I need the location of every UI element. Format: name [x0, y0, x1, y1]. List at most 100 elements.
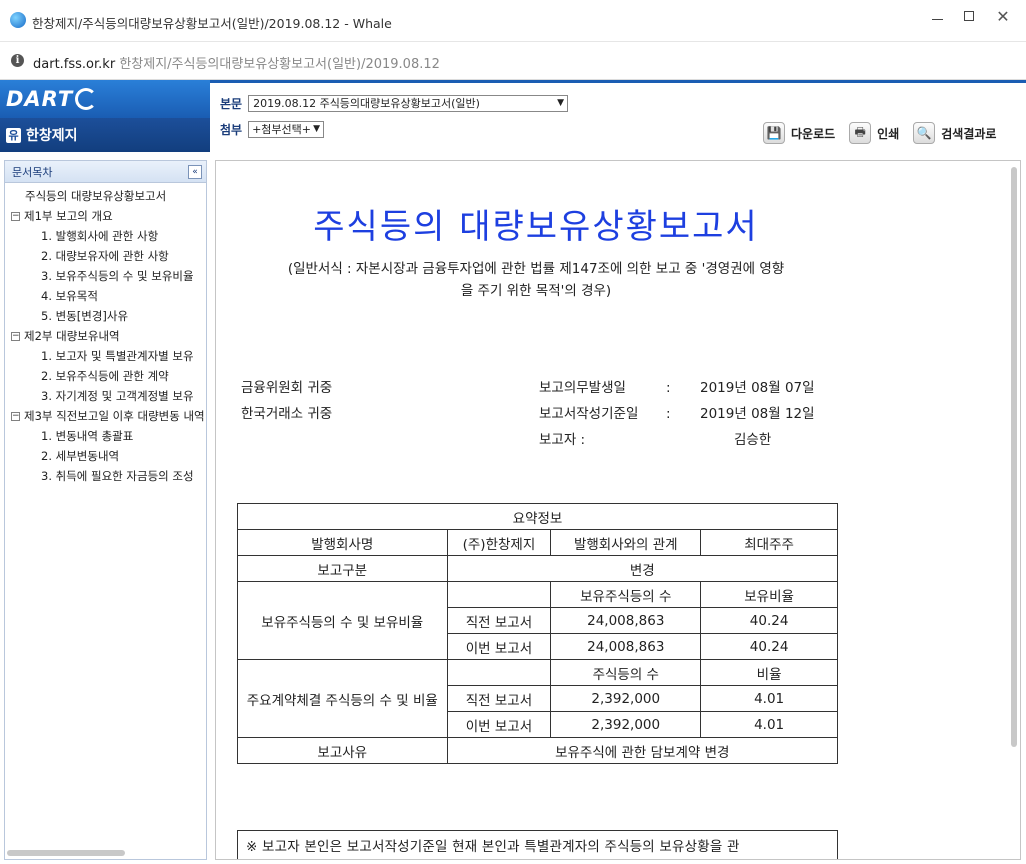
- main-document-select-value: 2019.08.12 주식등의대량보유상황보고서(일반): [253, 97, 480, 110]
- attachment-select[interactable]: +첨부선택+ ▼: [248, 121, 325, 138]
- report-meta-labels: 보고의무발생일 보고서작성기준일 보고자 :: [539, 375, 638, 453]
- reporter-name: 김승한: [734, 432, 772, 448]
- outline-tree: 주식등의 대량보유상황보고서 − 제1부 보고의 개요 1. 발행회사에 관한 사…: [5, 183, 206, 486]
- outline-title: 문서목차: [12, 165, 53, 179]
- download-button[interactable]: 💾 다운로드: [763, 122, 835, 144]
- outline-item-label: 주식등의 대량보유상황보고서: [25, 189, 167, 203]
- subtitle-line-2: 을 주기 위한 목적'의 경우): [460, 283, 612, 299]
- attachment-select-value: +첨부선택+: [252, 123, 312, 136]
- dart-logo[interactable]: DART: [0, 80, 210, 118]
- outline-item-holder[interactable]: 2. 대량보유자에 관한 사항: [5, 246, 206, 266]
- colon: :: [666, 406, 671, 422]
- printer-icon: 🖶: [849, 122, 872, 144]
- dart-logo-text: DART: [6, 87, 74, 111]
- outline-item-label: 제1부 보고의 개요: [24, 209, 113, 223]
- outline-item-part2[interactable]: − 제2부 대량보유내역: [5, 326, 206, 346]
- main-label: 본문: [220, 97, 243, 111]
- base-date: 2019년 08월 12일: [700, 406, 815, 422]
- document-subtitle: (일반서식 : 자본시장과 금융투자업에 관한 법률 제147조에 의한 보고 …: [236, 258, 836, 302]
- close-icon: ✕: [996, 6, 1010, 26]
- outline-item-label: 1. 발행회사에 관한 사항: [41, 229, 159, 243]
- reporter-label: 보고자 :: [539, 432, 586, 448]
- outline-header: 문서목차 «: [5, 161, 206, 183]
- document-viewer: 주식등의 대량보유상황보고서 (일반서식 : 자본시장과 금융투자업에 관한 법…: [215, 160, 1021, 860]
- minimize-button[interactable]: [920, 4, 954, 28]
- sidebar-horizontal-scrollbar[interactable]: [7, 850, 125, 856]
- document-vertical-scrollbar[interactable]: [1011, 167, 1017, 747]
- outline-item-report[interactable]: 주식등의 대량보유상황보고서: [5, 186, 206, 206]
- contract-label: 주요계약체결 주식등의 수 및 비율: [237, 659, 448, 738]
- outline-item-part1[interactable]: − 제1부 보고의 개요: [5, 206, 206, 226]
- close-button[interactable]: ✕: [986, 4, 1020, 28]
- summary-table: 요약정보 발행회사명 (주)한창제지 발행회사와의 관계 최대주주 보고구분 변…: [237, 503, 839, 764]
- print-button[interactable]: 🖶 인쇄: [849, 122, 899, 144]
- outline-item-contracts[interactable]: 2. 보유주식등에 관한 계약: [5, 366, 206, 386]
- outline-item-part3[interactable]: − 제3부 직전보고일 이후 대량변동 내역: [5, 406, 206, 426]
- this-report-label: 이번 보고서: [446, 633, 552, 660]
- report-type-value: 변경: [446, 555, 839, 582]
- colon: :: [666, 380, 671, 396]
- back-to-search-button[interactable]: 🔍 검색결과로: [913, 122, 996, 144]
- outline-item-accounts[interactable]: 3. 자기계정 및 고객계정별 보유: [5, 386, 206, 406]
- outline-item-label: 1. 보고자 및 특별관계자별 보유: [41, 349, 194, 363]
- issuer-value: (주)한창제지: [446, 529, 552, 556]
- relation-value: 최대주주: [700, 529, 838, 556]
- attach-label: 첨부: [220, 123, 243, 137]
- outline-item-change-reason[interactable]: 5. 변동[변경]사유: [5, 306, 206, 326]
- collapse-node-icon[interactable]: −: [11, 411, 20, 421]
- table-row: 요약정보: [237, 503, 838, 530]
- collapse-node-icon[interactable]: −: [11, 331, 20, 341]
- holdings-label: 보유주식등의 수 및 보유비율: [237, 581, 448, 660]
- attachment-row: 첨부 +첨부선택+ ▼: [220, 121, 325, 138]
- floppy-disk-icon: 💾: [763, 122, 785, 144]
- company-name: 한창제지: [26, 128, 78, 144]
- magnifier-icon: 🔍: [913, 122, 936, 144]
- outline-item-label: 3. 취득에 필요한 자금등의 조성: [41, 469, 194, 483]
- site-info-icon[interactable]: i: [11, 54, 24, 67]
- document-toolbar: 💾 다운로드 🖶 인쇄 🔍 검색결과로: [763, 122, 996, 144]
- company-badge: 유: [6, 127, 21, 143]
- outline-item-summary-table[interactable]: 1. 변동내역 총괄표: [5, 426, 206, 446]
- outline-item-label: 2. 보유주식등에 관한 계약: [41, 369, 169, 383]
- holdings-count-header: 보유주식등의 수: [550, 581, 702, 608]
- contract-this-ratio: 4.01: [700, 711, 838, 738]
- address-bar[interactable]: i dart.fss.or.kr 한창제지/주식등의대량보유상황보고서(일반)/…: [0, 42, 1026, 80]
- empty-cell: [446, 659, 552, 686]
- outline-item-label: 3. 자기계정 및 고객계정별 보유: [41, 389, 194, 403]
- outline-item-detail-changes[interactable]: 2. 세부변동내역: [5, 446, 206, 466]
- dropdown-arrow-icon: ▼: [557, 98, 565, 108]
- url-text[interactable]: dart.fss.or.kr 한창제지/주식등의대량보유상황보고서(일반)/20…: [33, 53, 440, 72]
- contract-count-header: 주식등의 수: [550, 659, 702, 686]
- maximize-button[interactable]: [952, 4, 986, 28]
- report-type-label: 보고구분: [237, 555, 448, 582]
- table-row: 보고구분 변경: [237, 555, 839, 582]
- holdings-prev-count: 24,008,863: [550, 607, 702, 634]
- company-bar: 유 한창제지: [0, 118, 210, 152]
- search-results-label: 검색결과로: [941, 126, 997, 141]
- outline-item-label: 5. 변동[변경]사유: [41, 309, 129, 323]
- outline-item-funding[interactable]: 3. 취득에 필요한 자금등의 조성: [5, 466, 206, 486]
- this-report-label: 이번 보고서: [446, 711, 552, 738]
- reason-value: 보유주식에 관한 담보계약 변경: [446, 737, 839, 764]
- holdings-this-count: 24,008,863: [550, 633, 702, 660]
- download-label: 다운로드: [791, 126, 836, 141]
- collapse-sidebar-button[interactable]: «: [188, 164, 202, 179]
- outline-item-label: 3. 보유주식등의 수 및 보유비율: [41, 269, 194, 283]
- recipients: 금융위원회 귀중 한국거래소 귀중: [241, 375, 332, 427]
- outline-item-by-reporter[interactable]: 1. 보고자 및 특별관계자별 보유: [5, 346, 206, 366]
- table-row: 주요계약체결 주식등의 수 및 비율 주식등의 수 비율: [237, 659, 838, 738]
- holdings-prev-ratio: 40.24: [700, 607, 838, 634]
- outline-item-label: 제2부 대량보유내역: [24, 329, 120, 343]
- dropdown-arrow-icon: ▼: [313, 124, 321, 134]
- outline-item-issuer[interactable]: 1. 발행회사에 관한 사항: [5, 226, 206, 246]
- window-title: 한창제지/주식등의대량보유상황보고서(일반)/2019.08.12 - Whal…: [32, 16, 392, 31]
- main-document-select[interactable]: 2019.08.12 주식등의대량보유상황보고서(일반) ▼: [248, 95, 569, 112]
- outline-item-purpose[interactable]: 4. 보유목적: [5, 286, 206, 306]
- print-label: 인쇄: [877, 126, 900, 141]
- outline-item-holdings[interactable]: 3. 보유주식등의 수 및 보유비율: [5, 266, 206, 286]
- minimize-icon: [931, 18, 943, 20]
- relation-label: 발행회사와의 관계: [550, 529, 702, 556]
- collapse-node-icon[interactable]: −: [11, 211, 20, 221]
- recipient-krx: 한국거래소 귀중: [241, 406, 333, 422]
- logo-area: DART 유 한창제지: [0, 80, 210, 152]
